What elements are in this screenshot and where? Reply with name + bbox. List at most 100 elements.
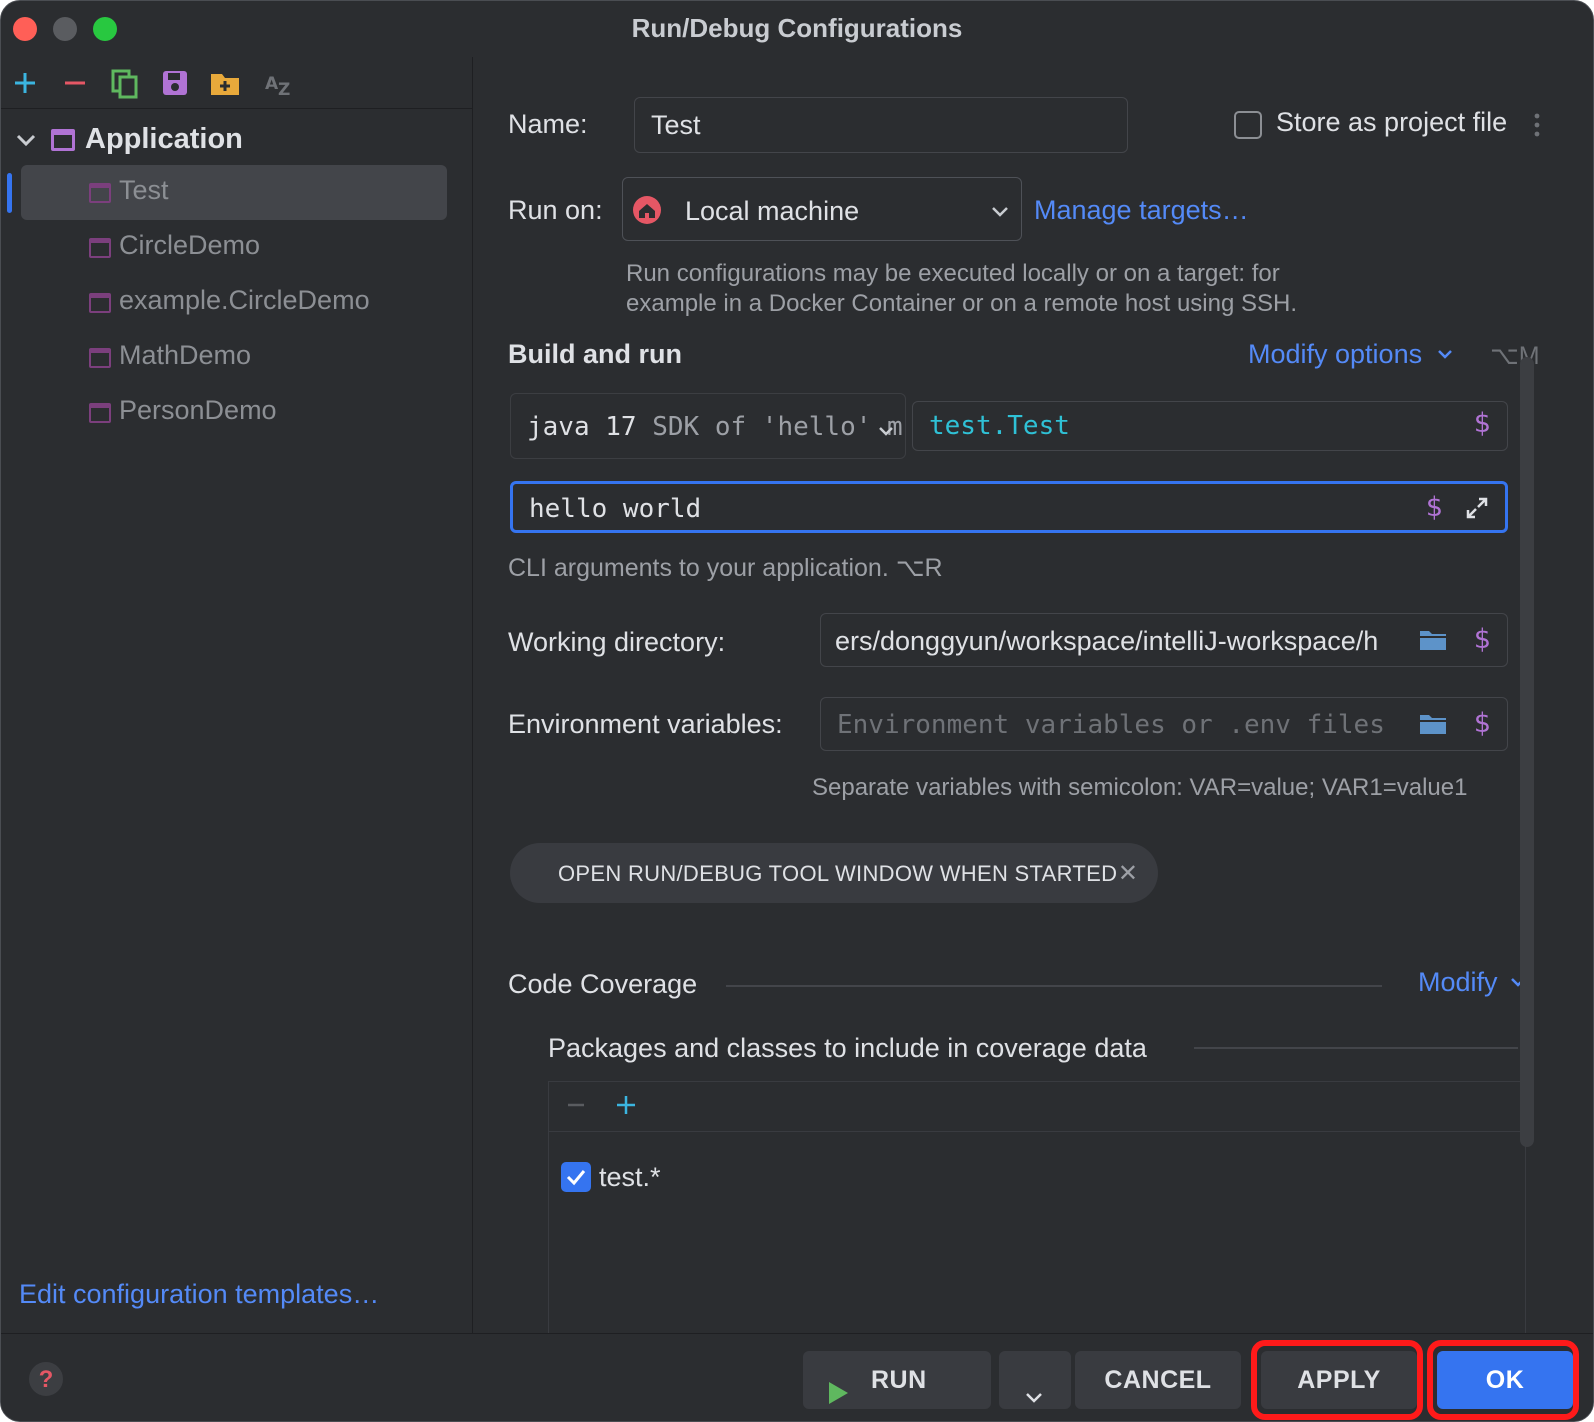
save-icon[interactable] (157, 65, 193, 101)
remove-icon[interactable] (57, 65, 93, 101)
more-options-icon[interactable] (1534, 113, 1540, 137)
run-debug-dialog: Run/Debug Configurations AZ Application … (0, 0, 1594, 1422)
sort-alphabetically-icon[interactable]: AZ (261, 65, 297, 101)
run-on-value: Local machine (685, 196, 860, 226)
tree-item-label: MathDemo (119, 340, 252, 370)
application-config-icon (89, 403, 111, 423)
configurations-panel: AZ Application Test CircleDemo example.C… (1, 57, 473, 1333)
store-as-project-file-label: Store as project file (1276, 107, 1508, 137)
tree-item-test[interactable]: Test (21, 165, 447, 220)
configuration-form: Name: Test Store as project file Run on:… (474, 57, 1593, 1333)
working-directory-value: ers/donggyun/workspace/intelliJ-workspac… (835, 626, 1379, 656)
name-label: Name: (508, 109, 588, 139)
jdk-selector[interactable]: java 17 SDK of 'hello' m (510, 393, 906, 459)
play-icon (827, 1368, 849, 1404)
run-button[interactable]: RUN (803, 1351, 991, 1409)
coverage-entry-checkbox[interactable] (561, 1162, 591, 1192)
new-folder-icon[interactable] (207, 65, 243, 101)
chip-label: OPEN RUN/DEBUG TOOL WINDOW WHEN STARTED (558, 861, 1118, 886)
environment-variables-placeholder: Environment variables or .env files (837, 710, 1385, 740)
cancel-button[interactable]: CANCEL (1075, 1351, 1241, 1409)
scrollbar[interactable] (1520, 357, 1534, 1147)
selection-indicator (7, 173, 12, 213)
run-on-label: Run on: (508, 195, 603, 225)
store-as-project-file-checkbox[interactable] (1234, 111, 1262, 139)
chevron-down-icon (989, 200, 1011, 222)
run-on-dropdown[interactable]: Local machine (622, 177, 1022, 241)
chevron-down-icon (877, 422, 895, 440)
ok-highlight-annotation (1427, 1340, 1579, 1420)
tree-root-label: Application (85, 123, 243, 155)
tree-item-mathdemo[interactable]: MathDemo (21, 330, 447, 385)
tree-item-label: Test (119, 175, 169, 205)
program-arguments-hint: CLI arguments to your application. ⌥R (508, 554, 943, 582)
environment-variables-label: Environment variables: (508, 709, 783, 739)
insert-macro-icon[interactable]: $ (1474, 708, 1491, 739)
expand-icon[interactable] (1465, 496, 1489, 520)
tree-item-label: CircleDemo (119, 230, 261, 260)
insert-macro-icon[interactable]: $ (1426, 492, 1443, 523)
folder-icon[interactable] (1419, 713, 1447, 735)
open-tool-window-option-chip[interactable]: OPEN RUN/DEBUG TOOL WINDOW WHEN STARTED … (510, 843, 1158, 903)
chevron-down-icon (1436, 339, 1454, 359)
name-field[interactable]: Test (634, 97, 1128, 153)
help-button[interactable]: ? (29, 1362, 63, 1396)
run-button-label: RUN (871, 1366, 927, 1394)
run-on-hint-line: Run configurations may be executed local… (626, 260, 1280, 287)
run-on-hint-line: example in a Docker Container or on a re… (626, 290, 1298, 317)
main-class-value: test.Test (929, 411, 1070, 441)
svg-text:A: A (265, 74, 279, 94)
chevron-down-icon (1023, 1371, 1045, 1403)
environment-variables-hint: Separate variables with semicolon: VAR=v… (812, 774, 1468, 801)
chevron-down-icon[interactable] (13, 127, 39, 153)
home-icon (631, 194, 663, 226)
insert-macro-icon[interactable]: $ (1474, 408, 1491, 439)
program-arguments-field[interactable]: hello world $ (510, 481, 1508, 533)
jdk-detail: SDK of 'hello' m (652, 412, 903, 442)
code-coverage-title: Code Coverage (508, 969, 698, 999)
working-directory-field[interactable]: ers/donggyun/workspace/intelliJ-workspac… (820, 613, 1508, 667)
dialog-button-bar: ? RUN CANCEL APPLY OK (1, 1333, 1593, 1421)
coverage-packages-title: Packages and classes to include in cover… (548, 1033, 1147, 1063)
run-options-dropdown[interactable] (999, 1351, 1071, 1409)
coverage-entry-label: test.* (599, 1162, 661, 1192)
tree-item-label: example.CircleDemo (119, 285, 370, 315)
tree-node-application[interactable]: Application (1, 117, 473, 167)
coverage-modify-link[interactable]: Modify (1418, 967, 1527, 998)
window-title: Run/Debug Configurations (631, 13, 963, 43)
application-config-icon (89, 293, 111, 313)
application-config-icon (89, 183, 111, 203)
remove-icon[interactable] (565, 1094, 587, 1116)
jdk-version: java 17 (527, 412, 637, 442)
close-icon[interactable]: ✕ (1118, 859, 1138, 888)
copy-icon[interactable] (107, 65, 143, 101)
edit-configuration-templates-link[interactable]: Edit configuration templates… (19, 1279, 379, 1310)
application-config-icon (89, 238, 111, 258)
modify-options-label: Modify options (1248, 339, 1423, 369)
divider (1194, 1047, 1518, 1049)
run-on-hint: Run configurations may be executed local… (626, 259, 1297, 319)
tree-item-circledemo[interactable]: CircleDemo (21, 220, 447, 275)
modify-options-link[interactable]: Modify options (1248, 339, 1454, 370)
manage-targets-link[interactable]: Manage targets… (1034, 195, 1249, 226)
tree-item-label: PersonDemo (119, 395, 277, 425)
main-class-field[interactable]: test.Test $ (912, 401, 1508, 451)
name-value: Test (651, 110, 701, 140)
coverage-list-toolbar (549, 1082, 1525, 1132)
application-config-icon (89, 348, 111, 368)
add-icon[interactable] (7, 65, 43, 101)
divider (726, 985, 1382, 987)
title-bar: Run/Debug Configurations (1, 1, 1593, 57)
environment-variables-field[interactable]: Environment variables or .env files $ (820, 697, 1508, 751)
add-icon[interactable] (615, 1094, 637, 1116)
coverage-modify-label: Modify (1418, 967, 1498, 997)
insert-macro-icon[interactable]: $ (1474, 624, 1491, 655)
tree-item-example-circledemo[interactable]: example.CircleDemo (21, 275, 447, 330)
working-directory-label: Working directory: (508, 627, 726, 657)
folder-icon[interactable] (1419, 629, 1447, 651)
jdk-value: java 17 SDK of 'hello' m (527, 412, 903, 442)
tree-item-persondemo[interactable]: PersonDemo (21, 385, 447, 440)
coverage-patterns-list: test.* (548, 1081, 1526, 1333)
program-arguments-value: hello world (529, 494, 702, 524)
build-and-run-title: Build and run (508, 339, 682, 369)
